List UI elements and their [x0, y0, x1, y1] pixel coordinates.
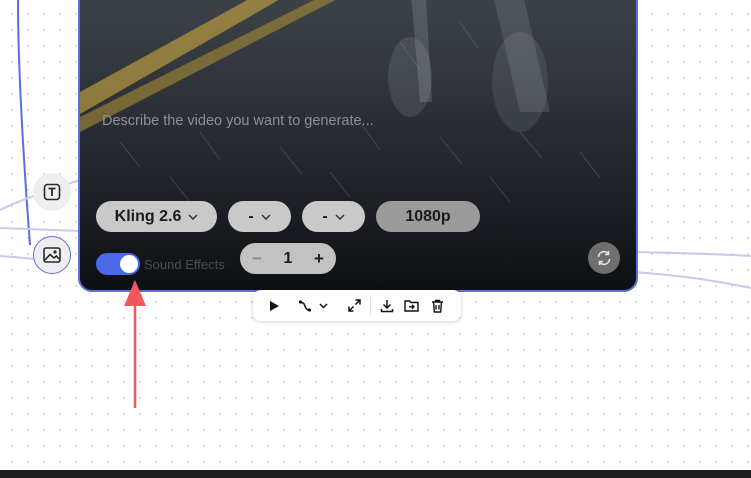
node-toolbar	[253, 290, 461, 321]
sound-effects-label: Sound Effects	[144, 257, 225, 272]
model-select[interactable]: Kling 2.6	[96, 201, 217, 232]
bottom-bar	[0, 470, 751, 478]
option-select-2[interactable]: -	[302, 201, 365, 232]
download-button[interactable]	[376, 294, 398, 318]
chevron-down-icon	[261, 213, 271, 220]
sound-effects-toggle[interactable]	[96, 253, 140, 275]
trash-icon	[431, 299, 443, 313]
chevron-down-icon	[318, 302, 328, 309]
option-select-2-label: -	[322, 207, 328, 225]
connector-style-button[interactable]	[294, 294, 316, 318]
connector-style-dropdown[interactable]	[316, 294, 330, 318]
count-stepper[interactable]: − 1 +	[240, 243, 336, 274]
video-generation-node[interactable]: Describe the video you want to generate.…	[78, 0, 638, 292]
play-icon	[270, 300, 279, 311]
image-icon	[43, 247, 61, 263]
move-to-folder-button[interactable]	[398, 294, 424, 318]
chevron-down-icon	[335, 213, 345, 220]
video-preview-image	[80, 0, 636, 290]
run-button[interactable]	[261, 294, 287, 318]
text-icon	[43, 183, 61, 201]
option-select-1-label: -	[248, 207, 254, 225]
expand-icon	[347, 299, 361, 312]
prompt-input[interactable]: Describe the video you want to generate.…	[102, 113, 374, 129]
regenerate-button[interactable]	[588, 242, 620, 274]
model-select-label: Kling 2.6	[114, 207, 182, 225]
move-to-folder-icon	[403, 300, 419, 312]
decrement-button[interactable]: −	[250, 249, 264, 269]
refresh-icon	[597, 250, 611, 266]
annotation-arrow	[124, 280, 146, 408]
delete-button[interactable]	[424, 294, 450, 318]
connector-icon	[298, 299, 312, 312]
resolution-select[interactable]: 1080p	[376, 201, 480, 232]
image-input-node-button[interactable]	[33, 236, 71, 274]
download-icon	[380, 299, 394, 312]
expand-button[interactable]	[343, 294, 365, 318]
text-input-node-button[interactable]	[33, 173, 71, 211]
increment-button[interactable]: +	[312, 249, 326, 269]
toggle-knob	[120, 255, 138, 273]
count-value: 1	[283, 249, 293, 267]
resolution-select-label: 1080p	[405, 207, 451, 225]
chevron-down-icon	[188, 213, 198, 220]
option-select-1[interactable]: -	[228, 201, 291, 232]
